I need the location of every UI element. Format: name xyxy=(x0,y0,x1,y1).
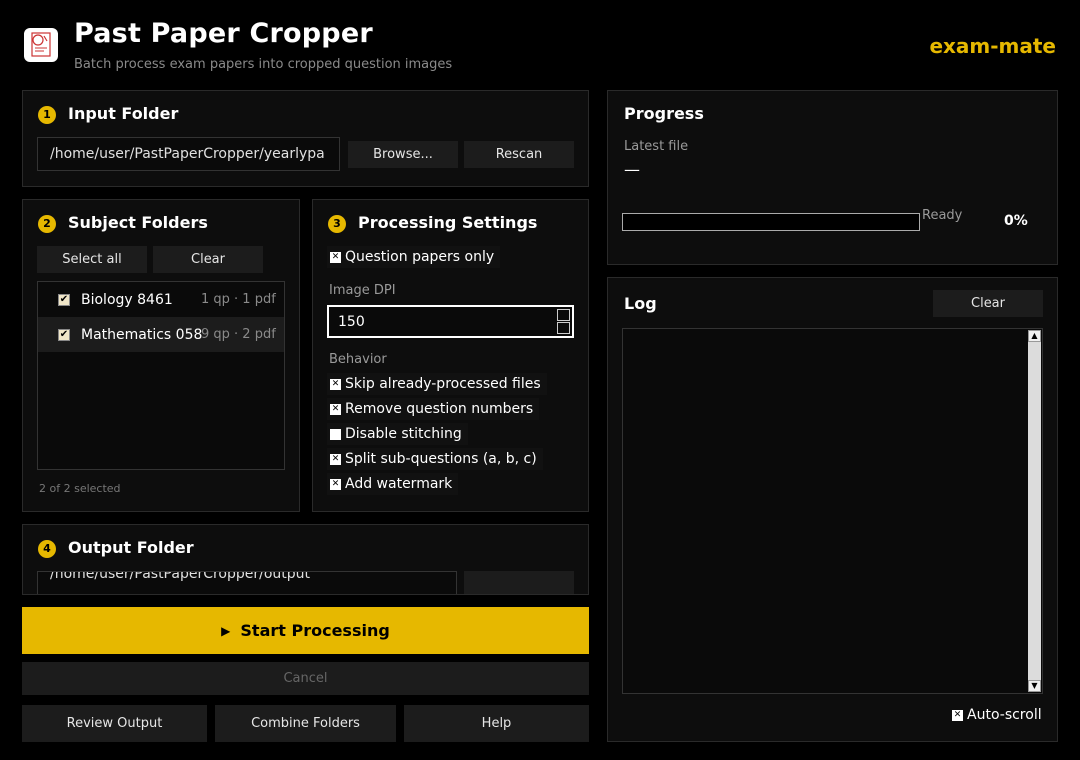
output-folder-panel: /home/user/PastPaperCropper/output xyxy=(22,524,589,595)
combine-folders-button[interactable]: Combine Folders xyxy=(215,705,396,742)
subject-folders-title: Subject Folders xyxy=(68,213,208,232)
auto-scroll-checkbox[interactable]: ✕ Auto-scroll xyxy=(949,704,1048,726)
scroll-down-icon[interactable]: ▼ xyxy=(1028,680,1041,692)
browse-button[interactable]: Browse... xyxy=(348,141,458,168)
behavior-label: Behavior xyxy=(329,352,387,367)
processing-settings-title: Processing Settings xyxy=(358,213,538,232)
skip-processed-checkbox[interactable]: ✕ Skip already-processed files xyxy=(327,373,547,395)
list-item[interactable]: ✔ Biology 8461 1 qp · 1 pdf xyxy=(38,282,284,317)
rescan-button[interactable]: Rescan xyxy=(464,141,574,168)
dpi-value: 150 xyxy=(338,313,365,330)
latest-file-label: Latest file xyxy=(624,139,689,154)
app-logo-icon xyxy=(24,28,58,62)
subject-folder-list[interactable]: ✔ Biology 8461 1 qp · 1 pdf ✔ Mathematic… xyxy=(37,281,285,470)
disable-stitching-checkbox[interactable]: Disable stitching xyxy=(327,423,468,445)
checkbox-icon: ✕ xyxy=(330,378,341,390)
output-browse-button[interactable] xyxy=(464,571,574,594)
spin-down-icon[interactable] xyxy=(557,322,570,334)
add-watermark-checkbox[interactable]: ✕ Add watermark xyxy=(327,473,459,495)
remove-question-numbers-checkbox[interactable]: ✕ Remove question numbers xyxy=(327,398,540,420)
progress-status: Ready xyxy=(922,208,963,223)
subject-name: Biology 8461 xyxy=(81,291,173,308)
scroll-up-icon[interactable]: ▲ xyxy=(1028,330,1041,342)
input-folder-path-field[interactable]: /home/user/PastPaperCropper/yearlypa xyxy=(37,137,340,171)
app-subtitle: Batch process exam papers into cropped q… xyxy=(74,57,453,72)
brand-name: exam-mate xyxy=(929,34,1056,58)
app-title: Past Paper Cropper xyxy=(74,18,373,49)
progress-bar xyxy=(622,213,920,231)
input-folder-title: Input Folder xyxy=(68,104,179,123)
subject-checkbox[interactable]: ✔ xyxy=(58,293,70,306)
cancel-button[interactable]: Cancel xyxy=(22,662,589,695)
step-badge-4: 4 xyxy=(38,540,56,558)
checkbox-icon: ✕ xyxy=(330,478,341,490)
play-icon: ▶ xyxy=(221,623,231,638)
spin-up-icon[interactable] xyxy=(557,309,570,321)
selected-count: 2 of 2 selected xyxy=(39,482,121,495)
review-output-button[interactable]: Review Output xyxy=(22,705,207,742)
progress-percent: 0% xyxy=(1004,213,1028,229)
help-button[interactable]: Help xyxy=(404,705,589,742)
subject-meta: 9 qp · 2 pdf xyxy=(201,327,276,342)
step-badge-3: 3 xyxy=(328,215,346,233)
subject-name: Mathematics 0580 xyxy=(81,326,203,343)
latest-file-value: — xyxy=(624,160,640,179)
checkbox-icon: ✕ xyxy=(952,709,963,721)
output-folder-title: Output Folder xyxy=(68,538,194,557)
dpi-label: Image DPI xyxy=(329,283,396,298)
log-title: Log xyxy=(624,294,657,313)
checkbox-icon: ✕ xyxy=(330,403,341,415)
output-folder-path-field[interactable]: /home/user/PastPaperCropper/output xyxy=(37,571,457,594)
split-subquestions-checkbox[interactable]: ✕ Split sub-questions (a, b, c) xyxy=(327,448,543,470)
clear-log-button[interactable]: Clear xyxy=(933,290,1043,317)
dpi-spinbox[interactable]: 150 xyxy=(327,305,574,338)
step-badge-1: 1 xyxy=(38,106,56,124)
subject-meta: 1 qp · 1 pdf xyxy=(201,292,276,307)
question-papers-only-checkbox[interactable]: ✕ Question papers only xyxy=(327,246,501,268)
progress-title: Progress xyxy=(624,104,704,123)
step-badge-2: 2 xyxy=(38,215,56,233)
log-scrollbar[interactable]: ▲ ▼ xyxy=(1028,330,1041,692)
list-item[interactable]: ✔ Mathematics 0580 9 qp · 2 pdf xyxy=(38,317,284,352)
checkbox-icon: ✕ xyxy=(330,251,341,263)
clear-subjects-button[interactable]: Clear xyxy=(153,246,263,273)
checkbox-icon xyxy=(330,428,341,440)
subject-checkbox[interactable]: ✔ xyxy=(58,328,70,341)
select-all-button[interactable]: Select all xyxy=(37,246,147,273)
log-output[interactable]: ▲ ▼ xyxy=(622,328,1043,694)
start-processing-button[interactable]: ▶ Start Processing xyxy=(22,607,589,654)
checkbox-icon: ✕ xyxy=(330,453,341,465)
